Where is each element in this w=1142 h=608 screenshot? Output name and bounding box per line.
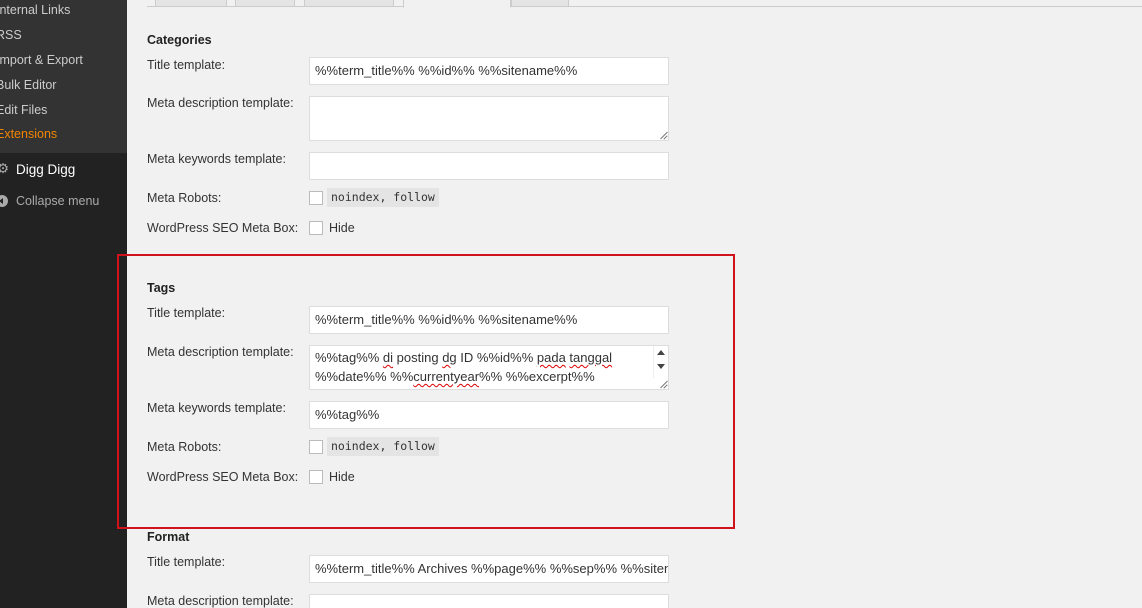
- collapse-menu-button[interactable]: Collapse menu: [0, 191, 127, 211]
- spellcheck-word: dg: [442, 350, 457, 365]
- tab-taxonomies-active[interactable]: [403, 0, 511, 8]
- tags-metakey-label: Meta keywords template:: [147, 401, 286, 415]
- tags-robots-code: noindex, follow: [327, 437, 439, 456]
- submenu-rss[interactable]: RSS: [0, 28, 22, 42]
- submenu-edit-files[interactable]: Edit Files: [0, 103, 47, 117]
- categories-metadesc-label: Meta description template:: [147, 96, 294, 110]
- categories-metakey-input[interactable]: [309, 152, 669, 180]
- tags-metabox-hide-label[interactable]: Hide: [329, 470, 355, 484]
- text-run: ID %%id%%: [456, 350, 537, 365]
- submenu-import-export[interactable]: Import & Export: [0, 53, 83, 67]
- submenu-extensions[interactable]: Extensions: [0, 127, 57, 141]
- spellcheck-word: tanggal: [569, 350, 613, 365]
- format-metadesc-textarea[interactable]: [309, 594, 669, 608]
- format-title-label: Title template:: [147, 555, 226, 569]
- scroll-down-arrow-icon[interactable]: [657, 364, 665, 369]
- spellcheck-word: pada: [536, 350, 566, 365]
- tab-5[interactable]: [511, 0, 569, 7]
- categories-metabox-checkbox[interactable]: [309, 221, 323, 235]
- categories-title-input[interactable]: %%term_title%% %%id%% %%sitename%%: [309, 57, 669, 85]
- tags-title-label: Title template:: [147, 306, 226, 320]
- seo-submenu: Internal Links RSS Import & Export Bulk …: [0, 0, 127, 153]
- resize-handle-icon[interactable]: [658, 379, 667, 388]
- gear-icon: ⚙: [0, 161, 10, 176]
- spellcheck-word: di: [382, 350, 394, 365]
- categories-title-label: Title template:: [147, 58, 226, 72]
- categories-metakey-label: Meta keywords template:: [147, 152, 286, 166]
- format-heading: Format: [147, 530, 190, 544]
- tags-heading: Tags: [147, 281, 176, 295]
- admin-sidebar: Internal Links RSS Import & Export Bulk …: [0, 0, 127, 608]
- tags-title-input[interactable]: %%term_title%% %%id%% %%sitename%%: [309, 306, 669, 334]
- tags-robots-checkbox[interactable]: [309, 440, 323, 454]
- tags-metabox-checkbox[interactable]: [309, 470, 323, 484]
- tags-robots-label: Meta Robots:: [147, 440, 222, 454]
- format-title-input[interactable]: %%term_title%% Archives %%page%% %%sep%%…: [309, 555, 669, 583]
- categories-heading: Categories: [147, 33, 212, 47]
- text-run: %%date%% %%: [315, 369, 414, 384]
- tags-metakey-input[interactable]: %%tag%%: [309, 401, 669, 429]
- tags-metadesc-line-2: %%date%% %%currentyear%% %%excerpt%%: [315, 367, 648, 386]
- tab-3[interactable]: [304, 0, 394, 7]
- scroll-up-arrow-icon[interactable]: [657, 350, 665, 355]
- resize-handle-icon[interactable]: [658, 130, 667, 139]
- highlight-box: [117, 254, 735, 529]
- format-metadesc-label: Meta description template:: [147, 594, 294, 608]
- categories-metabox-label: WordPress SEO Meta Box:: [147, 221, 299, 235]
- submenu-bulk-editor[interactable]: Bulk Editor: [0, 78, 56, 92]
- menu-digg-digg[interactable]: ⚙ Digg Digg: [0, 159, 127, 179]
- categories-metadesc-textarea[interactable]: [309, 96, 669, 141]
- text-run: %%tag%%: [315, 350, 383, 365]
- tags-metabox-label: WordPress SEO Meta Box:: [147, 470, 299, 484]
- text-run: posting: [393, 350, 443, 365]
- categories-robots-label: Meta Robots:: [147, 191, 222, 205]
- tab-2[interactable]: [235, 0, 295, 7]
- collapse-arrow-icon: [0, 195, 8, 207]
- tags-metadesc-textarea[interactable]: %%tag%% di posting dg ID %%id%% pada tan…: [309, 345, 669, 390]
- menu-digg-digg-label: Digg Digg: [16, 161, 76, 177]
- tab-bar-line: [147, 6, 1142, 7]
- categories-robots-checkbox[interactable]: [309, 191, 323, 205]
- tags-metadesc-label: Meta description template:: [147, 345, 294, 359]
- categories-metabox-hide-label[interactable]: Hide: [329, 221, 355, 235]
- submenu-internal-links[interactable]: Internal Links: [0, 3, 70, 17]
- spellcheck-word: currentyear: [413, 369, 480, 384]
- tags-metadesc-line-1: %%tag%% di posting dg ID %%id%% pada tan…: [315, 348, 648, 367]
- text-run: %% %%excerpt%%: [479, 369, 595, 384]
- tab-1[interactable]: [155, 0, 227, 7]
- categories-robots-code: noindex, follow: [327, 188, 439, 207]
- collapse-menu-label: Collapse menu: [16, 194, 100, 208]
- textarea-scrollbar[interactable]: [653, 346, 668, 378]
